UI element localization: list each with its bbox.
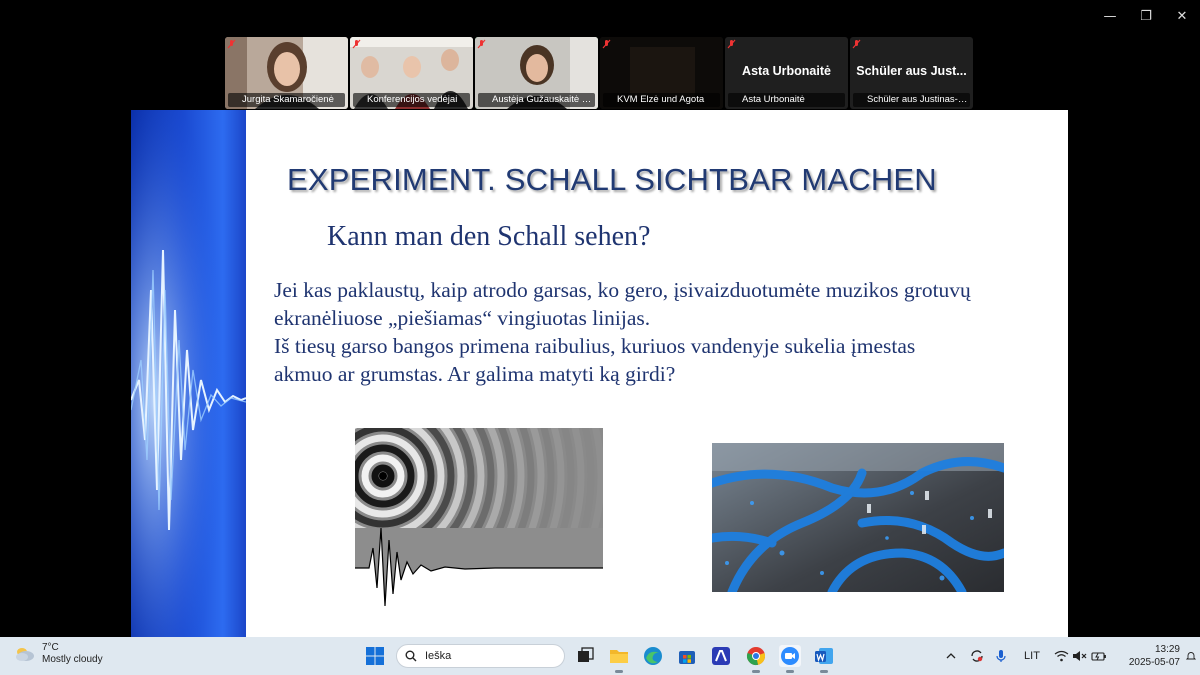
show-hidden-icons-button[interactable] xyxy=(944,645,958,667)
volume-muted-icon xyxy=(1072,651,1086,661)
battery-charging-icon xyxy=(1091,652,1106,661)
restore-button[interactable]: ❐ xyxy=(1128,0,1164,32)
weather-widget[interactable]: 7°C Mostly cloudy xyxy=(14,642,103,666)
edge-browser-icon xyxy=(644,647,662,665)
windows-logo-icon xyxy=(366,647,384,665)
mic-muted-icon xyxy=(227,39,236,49)
slide-decorative-band xyxy=(131,110,246,637)
tray-volume-button[interactable] xyxy=(1070,645,1088,667)
slide-subtitle: Kann man den Schall sehen? xyxy=(327,221,651,252)
taskbar-store[interactable] xyxy=(676,645,698,667)
sync-icon xyxy=(971,650,983,662)
chladni-sand-pattern-image xyxy=(712,443,1004,592)
tray-wifi-button[interactable] xyxy=(1052,645,1070,667)
slide-body-text: Jei kas paklaustų, kaip atrodo garsas, k… xyxy=(274,276,1054,388)
tray-microphone-button[interactable] xyxy=(994,645,1008,667)
slide-body-line: Jei kas paklaustų, kaip atrodo garsas, k… xyxy=(274,278,971,302)
window-controls: — ❐ ✕ xyxy=(1092,0,1200,32)
participant-name: KVM Elzė und Agota xyxy=(603,93,720,107)
participant-name: Konferencijos vedėjai xyxy=(353,93,470,107)
weather-description: Mostly cloudy xyxy=(42,654,103,665)
task-view-button[interactable] xyxy=(574,645,596,667)
participant-tile[interactable]: Konferencijos vedėjai xyxy=(350,37,473,109)
slide-title: EXPERIMENT. SCHALL SICHTBAR MACHEN xyxy=(287,162,937,197)
participant-name: Asta Urbonaitė xyxy=(728,93,845,107)
search-icon xyxy=(405,650,417,662)
clock-time: 13:29 xyxy=(1154,644,1180,655)
taskbar-zoom[interactable] xyxy=(779,645,801,673)
minimize-button[interactable]: — xyxy=(1092,0,1128,32)
taskbar-clock[interactable]: 13:29 2025-05-07 xyxy=(1129,643,1180,669)
clock-date: 2025-05-07 xyxy=(1128,657,1180,668)
participant-tile-no-video[interactable]: Asta Urbonaitė Asta Urbonaitė xyxy=(725,37,848,109)
store-icon xyxy=(679,651,695,664)
windows-taskbar: 7°C Mostly cloudy Ieška LIT 13:29 2025-0… xyxy=(0,637,1200,675)
participant-tile[interactable]: KVM Elzė und Agota xyxy=(600,37,723,109)
app-logo-icon xyxy=(712,647,730,665)
shared-screen-slide: EXPERIMENT. SCHALL SICHTBAR MACHEN Kann … xyxy=(131,110,1068,637)
tray-battery-button[interactable] xyxy=(1090,645,1108,667)
participant-tile-no-video[interactable]: Schüler aus Just... Schüler aus Justinas… xyxy=(850,37,973,109)
mic-muted-icon xyxy=(727,39,736,49)
tray-sync-button[interactable] xyxy=(968,645,986,667)
task-view-icon xyxy=(578,647,594,662)
mic-muted-icon xyxy=(852,39,861,49)
mic-muted-icon xyxy=(477,39,486,49)
participant-name: Austėja Gužauskaitė 8c Ši... xyxy=(478,93,595,107)
search-placeholder: Ieška xyxy=(425,650,452,662)
participant-display-name: Asta Urbonaitė xyxy=(742,64,831,78)
participant-display-name: Schüler aus Just... xyxy=(856,64,967,78)
cloudy-weather-icon xyxy=(16,648,34,661)
slide-body-line: Iš tiesų garso bangos primena raibulius,… xyxy=(274,334,916,358)
taskbar-file-explorer[interactable] xyxy=(608,645,630,673)
chevron-up-icon xyxy=(946,653,956,659)
taskbar-search-box[interactable]: Ieška xyxy=(396,644,565,668)
folder-icon xyxy=(610,650,628,663)
taskbar-word[interactable] xyxy=(813,645,835,673)
participant-tile-active-speaker[interactable]: Austėja Gužauskaitė 8c Ši... xyxy=(475,37,598,109)
weather-temperature: 7°C xyxy=(42,642,59,653)
participant-tile[interactable]: Jurgita Skamaročienė xyxy=(225,37,348,109)
chrome-browser-icon xyxy=(746,647,766,666)
participant-name: Jurgita Skamaročienė xyxy=(228,93,345,107)
mic-muted-icon xyxy=(352,39,361,49)
taskbar-edge[interactable] xyxy=(642,645,664,667)
slide-body-line: akmuo ar grumstas. Ar galima matyti ką g… xyxy=(274,362,676,386)
mic-muted-icon xyxy=(602,39,611,49)
participant-strip: Jurgita Skamaročienė Konferencijos vedėj… xyxy=(225,37,973,109)
wifi-icon xyxy=(1054,650,1068,662)
language-indicator[interactable]: LIT xyxy=(1018,645,1046,667)
taskbar-app[interactable] xyxy=(710,645,732,667)
sound-wave-ripple-image xyxy=(355,428,603,607)
sound-wave-graphic xyxy=(131,110,246,637)
taskbar-chrome[interactable] xyxy=(745,645,767,673)
zoom-meeting-window: — ❐ ✕ Jurgita Skamaročienė Konferencijos… xyxy=(0,0,1200,675)
word-app-icon xyxy=(815,648,833,664)
start-button[interactable] xyxy=(364,645,386,667)
participant-name: Schüler aus Justinas-V... xyxy=(853,93,970,107)
notification-bell-icon[interactable] xyxy=(1186,651,1196,661)
zoom-app-icon xyxy=(781,647,799,665)
close-button[interactable]: ✕ xyxy=(1164,0,1200,32)
microphone-icon xyxy=(996,650,1006,662)
slide-body-line: ekranėliuose „piešiamas“ vingiuotas lini… xyxy=(274,306,651,330)
